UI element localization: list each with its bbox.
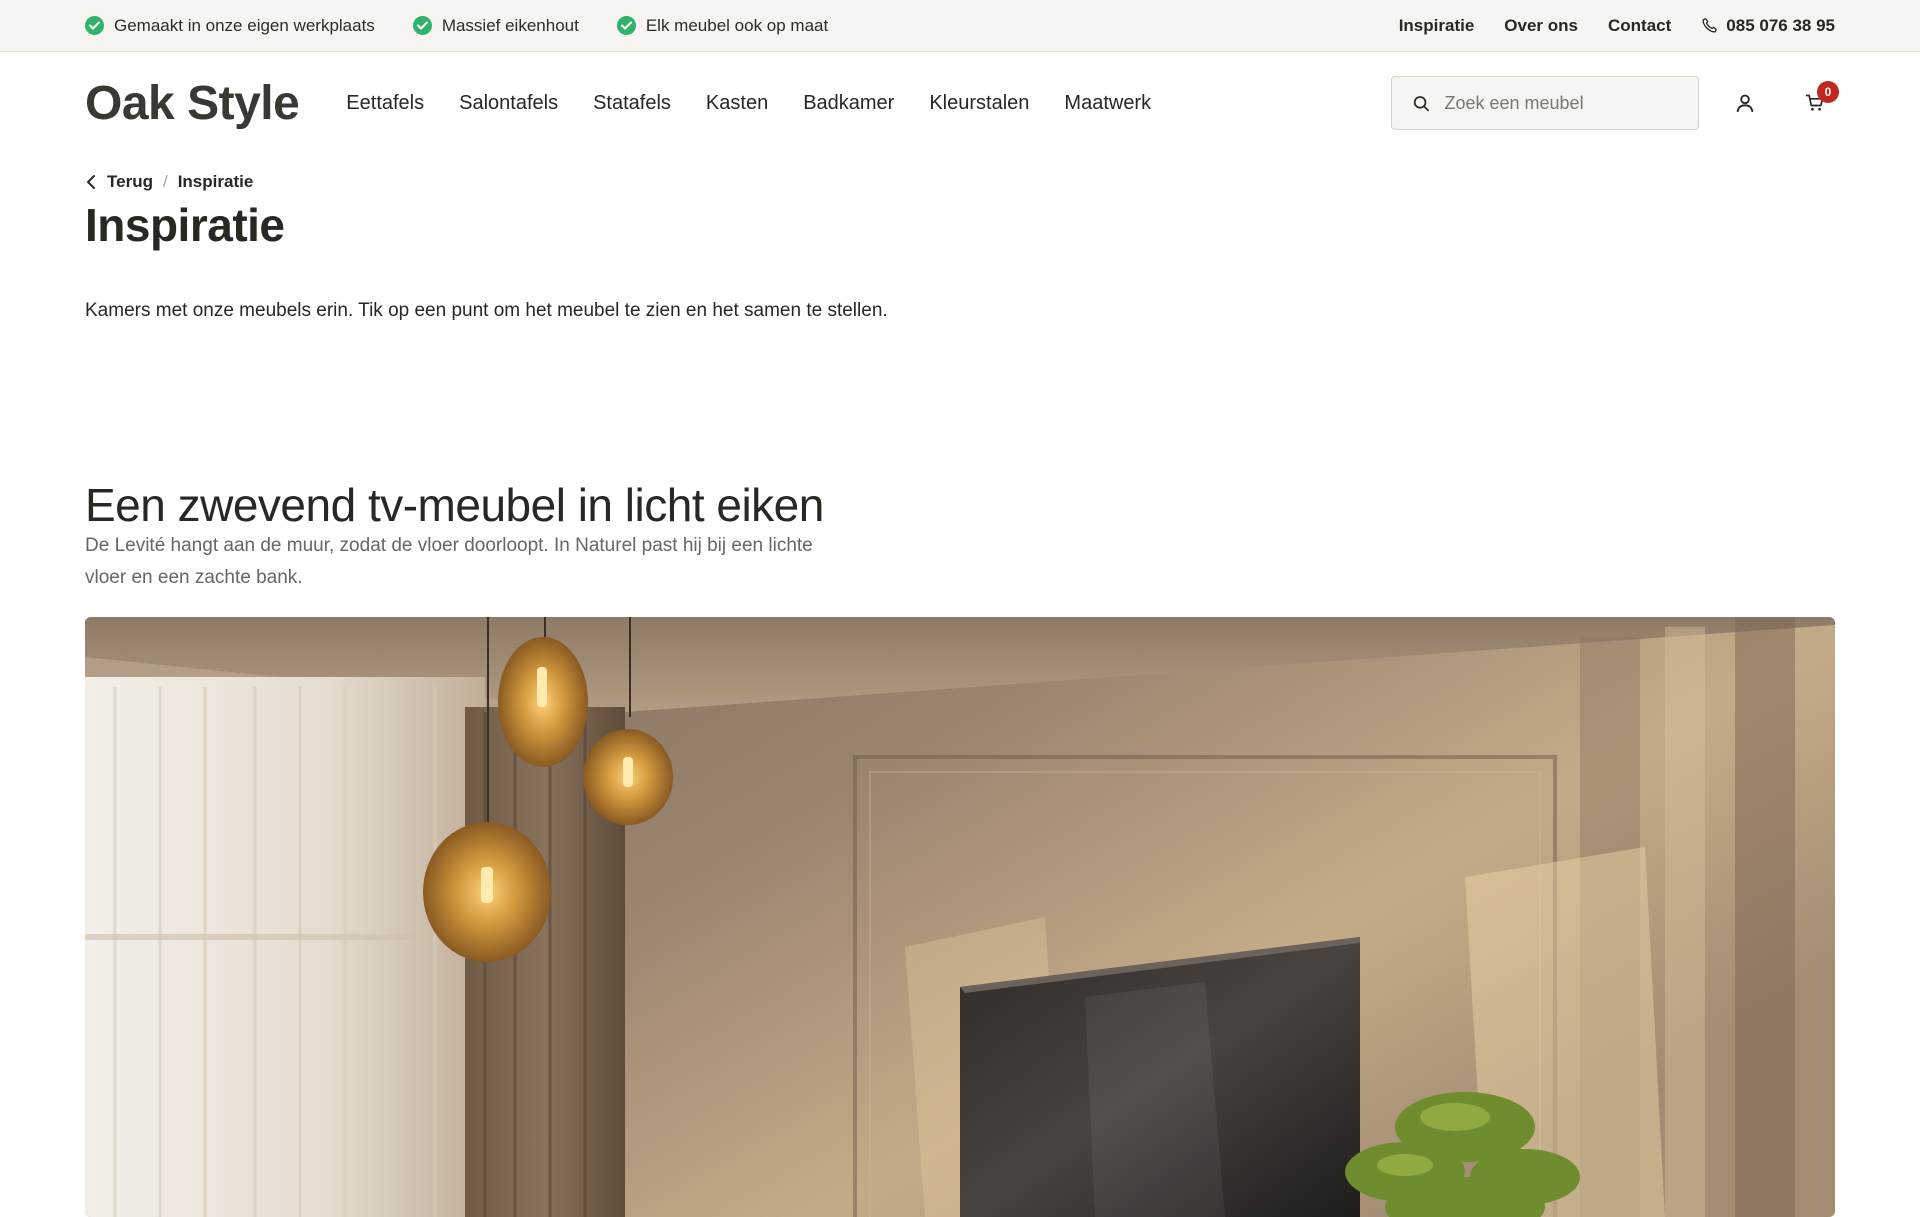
phone-icon [1702,18,1718,33]
check-circle-icon [412,16,432,35]
search-box[interactable] [1391,76,1699,130]
page-intro: Kamers met onze meubels erin. Tik op een… [85,300,888,321]
main-nav: Eettafels Salontafels Statafels Kasten B… [346,92,1151,115]
usp-item: Elk meubel ook op maat [616,15,829,36]
section-description: De Levité hangt aan de muur, zodat de vl… [85,535,813,588]
chevron-left-icon [87,175,95,189]
top-bar: Gemaakt in onze eigen werkplaats Massief… [0,0,1920,52]
search-icon [1413,95,1430,111]
top-link-contact[interactable]: Contact [1608,16,1671,36]
usp-item: Massief eikenhout [412,15,579,36]
search-input[interactable] [1444,92,1678,114]
check-circle-icon [616,16,636,35]
nav-item-kasten[interactable]: Kasten [706,92,768,115]
logo[interactable]: Oak Style [85,76,300,131]
user-icon [1736,94,1754,113]
header-actions: 0 [1391,76,1839,130]
breadcrumb-separator: / [162,172,168,191]
room-illustration [85,617,1835,1217]
usp-list: Gemaakt in onze eigen werkplaats Massief… [85,16,828,36]
usp-label: Gemaakt in onze eigen werkplaats [114,15,375,35]
phone-number: 085 076 38 95 [1726,15,1835,35]
section-title: Een zwevend tv-meubel in licht eiken [85,479,824,531]
top-links: Inspiratie Over ons Contact 085 076 38 9… [1399,16,1835,36]
cart-button[interactable]: 0 [1795,81,1839,123]
breadcrumb-current: Inspiratie [177,172,254,191]
back-label: Terug [107,172,153,191]
usp-label: Massief eikenhout [441,15,579,35]
nav-item-eettafels[interactable]: Eettafels [346,92,424,115]
phone-link[interactable]: 085 076 38 95 [1701,16,1835,36]
top-link-inspiratie[interactable]: Inspiratie [1399,16,1475,36]
account-button[interactable] [1725,83,1765,123]
back-link[interactable]: Terug [85,172,153,192]
page-title: Inspiratie [85,199,285,251]
usp-item: Gemaakt in onze eigen werkplaats [85,16,375,36]
check-circle-icon [85,16,104,35]
nav-item-kleurstalen[interactable]: Kleurstalen [929,92,1029,115]
nav-item-salontafels[interactable]: Salontafels [459,92,558,115]
main-header: Oak Style Eettafels Salontafels Statafel… [0,53,1920,153]
cart-count-badge: 0 [1817,81,1839,103]
top-link-over-ons[interactable]: Over ons [1504,16,1578,36]
nav-item-badkamer[interactable]: Badkamer [803,92,894,115]
usp-label: Elk meubel ook op maat [645,15,829,35]
breadcrumb: Terug / Inspiratie [85,172,253,192]
nav-item-maatwerk[interactable]: Maatwerk [1064,92,1151,115]
nav-item-statafels[interactable]: Statafels [593,92,671,115]
inspiration-scene-image[interactable] [85,617,1835,1217]
